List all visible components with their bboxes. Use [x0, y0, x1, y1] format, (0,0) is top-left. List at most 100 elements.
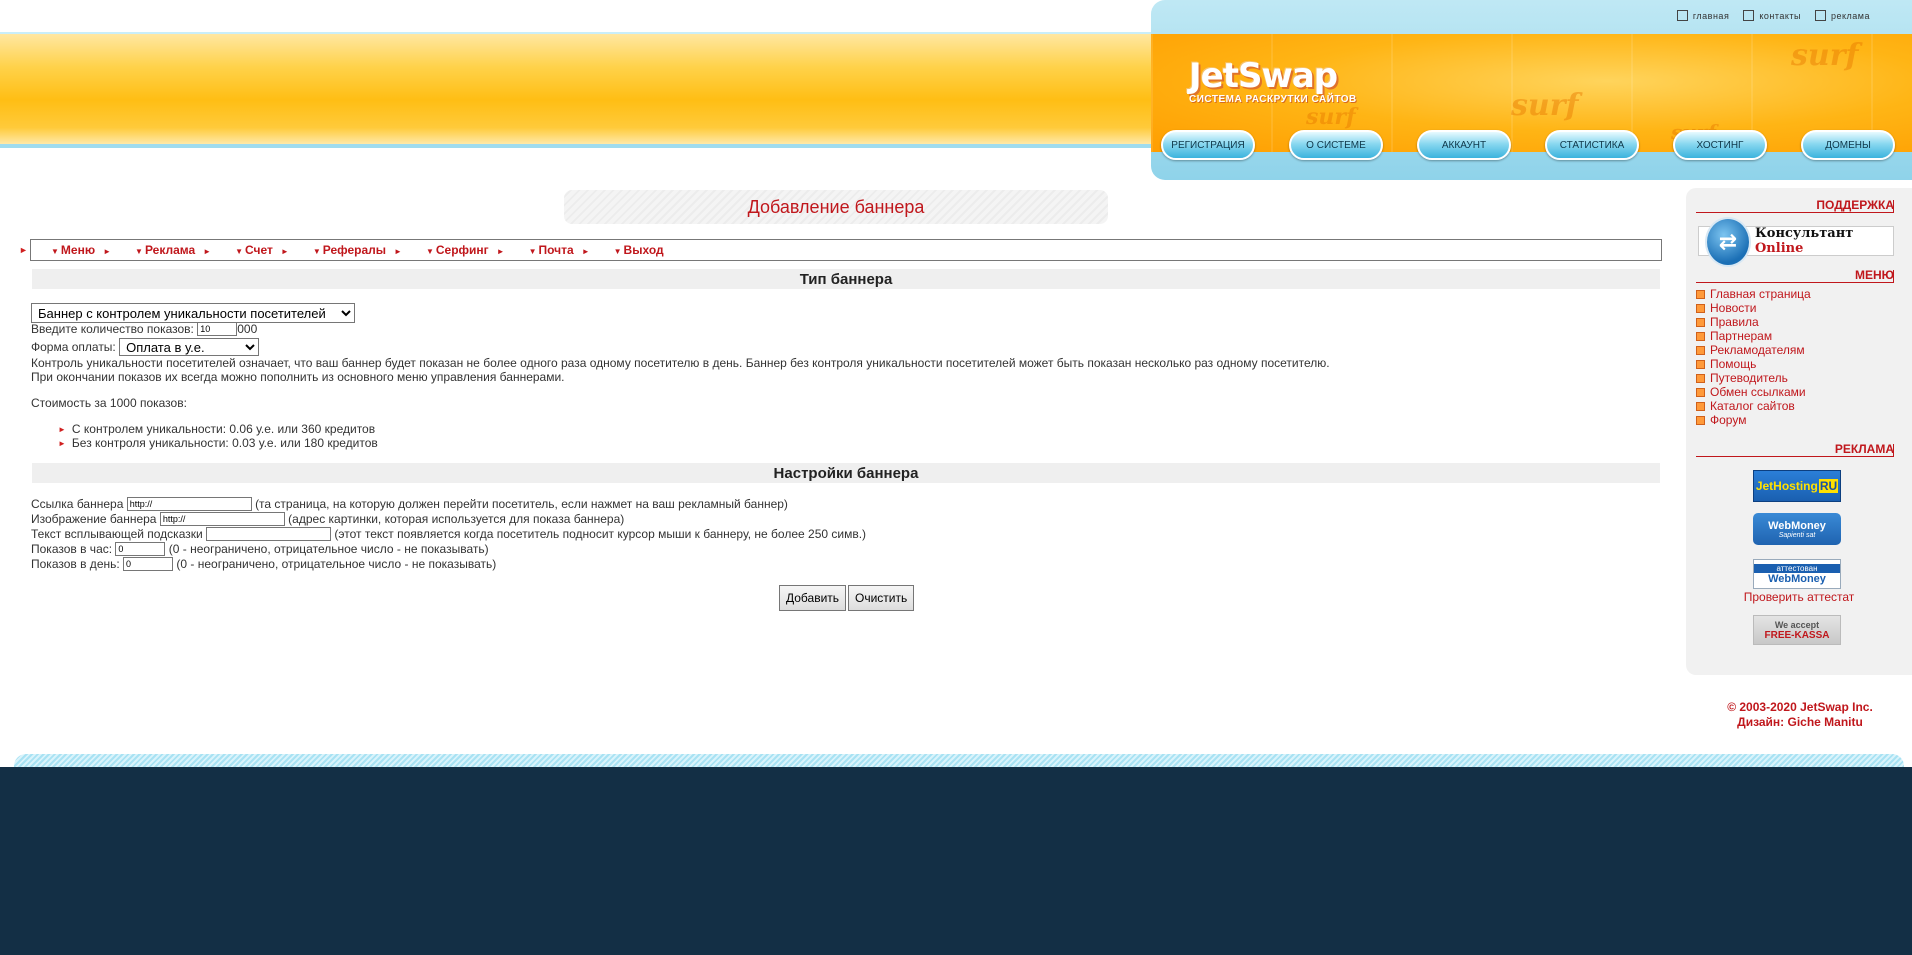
top-link-home[interactable]: главная: [1676, 10, 1730, 21]
site-logo[interactable]: JetSwap: [1189, 56, 1338, 96]
freekassa-banner[interactable]: We accept FREE-KASSA: [1753, 615, 1841, 645]
per-hour-input[interactable]: [115, 542, 166, 556]
sidebar-item-guide[interactable]: Путеводитель: [1696, 371, 1811, 385]
menu-arrow-icon: ►: [19, 245, 28, 255]
tooltip-text-label: Текст всплывающей подсказки: [31, 527, 203, 541]
mail-icon: [1743, 10, 1755, 21]
square-bullet-icon: [1696, 331, 1705, 341]
square-bullet-icon: [1696, 303, 1705, 313]
sidebar-item-forum[interactable]: Форум: [1696, 413, 1811, 427]
menu-heading: МЕНЮ: [1854, 268, 1894, 282]
top-link-label: главная: [1692, 10, 1730, 21]
heart-icon: [1815, 10, 1826, 21]
menu-item-account[interactable]: ▼ Счет ►: [235, 243, 289, 257]
site-logo-tagline: СИСТЕМА РАСКРУТКИ САЙТОВ: [1189, 94, 1357, 105]
main-nav: РЕГИСТРАЦИЯ О СИСТЕМЕ АККАУНТ СТАТИСТИКА…: [1161, 130, 1895, 160]
webmoney-attested-badge[interactable]: аттестован WebMoney: [1753, 559, 1841, 589]
webmoney-banner[interactable]: WebMoney Sapienti sat: [1753, 513, 1841, 545]
tooltip-text-input[interactable]: [206, 527, 332, 541]
design-credit: Дизайн: Giche Manitu: [1737, 715, 1863, 729]
nav-registration[interactable]: РЕГИСТРАЦИЯ: [1161, 130, 1255, 160]
consultant-online-banner[interactable]: ⇄ Консультант Online: [1698, 217, 1894, 267]
sidebar-menu: Главная страница Новости Правила Партнер…: [1696, 287, 1811, 427]
cost-item: ► С контролем уникальности: 0.06 у.е. или…: [58, 422, 376, 436]
bullet-icon: ►: [58, 438, 66, 448]
top-link-label: реклама: [1831, 10, 1870, 21]
per-hour-hint: (0 - неограничено, отрицательное число -…: [168, 542, 489, 556]
shows-count-input[interactable]: [197, 322, 238, 336]
ads-heading: РЕКЛАМА: [1834, 442, 1894, 456]
sidebar-item-help[interactable]: Помощь: [1696, 357, 1811, 371]
square-bullet-icon: [1696, 401, 1705, 411]
square-bullet-icon: [1696, 359, 1705, 369]
home-icon: [1676, 10, 1688, 21]
shows-count-suffix: 000: [237, 322, 258, 336]
nav-domains[interactable]: ДОМЕНЫ: [1801, 130, 1895, 160]
sidebar-item-advertisers[interactable]: Рекламодателям: [1696, 343, 1811, 357]
sidebar-item-catalog[interactable]: Каталог сайтов: [1696, 399, 1811, 413]
per-day-label: Показов в день:: [31, 557, 120, 571]
menu-item-mail[interactable]: ▼ Почта ►: [529, 243, 590, 257]
menu-item-surfing[interactable]: ▼ Серфинг ►: [426, 243, 505, 257]
menu-item-ads[interactable]: ▼ Реклама ►: [135, 243, 211, 257]
square-bullet-icon: [1696, 415, 1705, 425]
add-button[interactable]: Добавить: [779, 585, 847, 611]
sidebar-item-partners[interactable]: Партнерам: [1696, 329, 1811, 343]
square-bullet-icon: [1696, 317, 1705, 327]
nav-account[interactable]: АККАУНТ: [1417, 130, 1511, 160]
clear-button[interactable]: Очистить: [848, 585, 915, 611]
support-heading: Поддержка: [1816, 198, 1894, 212]
square-bullet-icon: [1696, 387, 1705, 397]
header-orange-band: [0, 32, 1160, 148]
footer: [0, 767, 1912, 955]
copyright: © 2003-2020 JetSwap Inc. Дизайн: Giche M…: [1700, 700, 1900, 730]
sidebar-item-link-exchange[interactable]: Обмен ссылками: [1696, 385, 1811, 399]
payment-select[interactable]: Оплата в у.е.: [119, 338, 260, 356]
cost-label: Стоимость за 1000 показов:: [31, 396, 187, 410]
sidebar-item-rules[interactable]: Правила: [1696, 315, 1811, 329]
site-header: surf surf surf surf JetSwap СИСТЕМА РАСК…: [0, 0, 1912, 182]
banner-type-select[interactable]: Баннер с контролем уникальности посетите…: [31, 303, 355, 323]
swap-arrows-icon: ⇄: [1705, 217, 1751, 267]
header-logo-panel: surf surf surf surf JetSwap СИСТЕМА РАСК…: [1151, 0, 1912, 180]
square-bullet-icon: [1696, 345, 1705, 355]
menu-item-menu[interactable]: ▼ Меню ►: [51, 243, 111, 257]
shows-count-label: Введите количество показов:: [31, 322, 194, 336]
nav-about[interactable]: О СИСТЕМЕ: [1289, 130, 1383, 160]
top-links: главная контакты реклама: [1676, 10, 1870, 21]
heading-divider: [1696, 270, 1894, 283]
banner-image-label: Изображение баннера: [31, 512, 157, 526]
sidebar-item-home[interactable]: Главная страница: [1696, 287, 1811, 301]
payment-label: Форма оплаты:: [31, 340, 116, 354]
banner-link-label: Ссылка баннера: [31, 497, 124, 511]
square-bullet-icon: [1696, 289, 1705, 299]
square-bullet-icon: [1696, 373, 1705, 383]
copyright-text: © 2003-2020 JetSwap Inc.: [1727, 700, 1873, 714]
sidebar-item-news[interactable]: Новости: [1696, 301, 1811, 315]
bullet-icon: ►: [58, 424, 66, 434]
account-menu-bar: ▼ Меню ► ▼ Реклама ► ▼ Счет ► ▼ Рефералы ► ▼ Серф…: [30, 239, 1662, 261]
nav-hosting[interactable]: ХОСТИНГ: [1673, 130, 1767, 160]
cost-item: ► Без контроля уникальности: 0.03 у.е. ил…: [58, 436, 378, 450]
per-day-hint: (0 - неограничено, отрицательное число -…: [176, 557, 497, 571]
jethosting-banner[interactable]: JetHosting RU: [1753, 470, 1841, 502]
check-attestat-link[interactable]: Проверить аттестат: [1686, 590, 1912, 604]
tooltip-text-hint: (этот текст появляется когда посетитель …: [334, 527, 867, 541]
heading-divider: [1696, 200, 1894, 213]
top-link-contacts[interactable]: контакты: [1743, 10, 1801, 21]
banner-link-input[interactable]: [126, 497, 252, 511]
top-link-label: контакты: [1759, 10, 1801, 21]
right-sidebar: Поддержка ⇄ Консультант Online МЕНЮ Глав…: [1686, 188, 1912, 675]
banner-image-hint: (адрес картинки, которая используется дл…: [288, 512, 625, 526]
page-title: Добавление баннера: [564, 190, 1108, 224]
banner-image-input[interactable]: [159, 512, 285, 526]
menu-item-referrals[interactable]: ▼ Рефералы ►: [313, 243, 402, 257]
nav-statistics[interactable]: СТАТИСТИКА: [1545, 130, 1639, 160]
per-day-input[interactable]: [123, 557, 174, 571]
uniqueness-info: Контроль уникальности посетителей означа…: [31, 356, 1330, 370]
section-heading-banner-settings: Настройки баннера: [32, 463, 1660, 483]
top-link-ads[interactable]: реклама: [1815, 10, 1870, 21]
menu-item-logout[interactable]: ▼ Выход: [614, 243, 664, 257]
banner-link-hint: (та страница, на которую должен перейти …: [255, 497, 788, 511]
per-hour-label: Показов в час:: [31, 542, 113, 556]
